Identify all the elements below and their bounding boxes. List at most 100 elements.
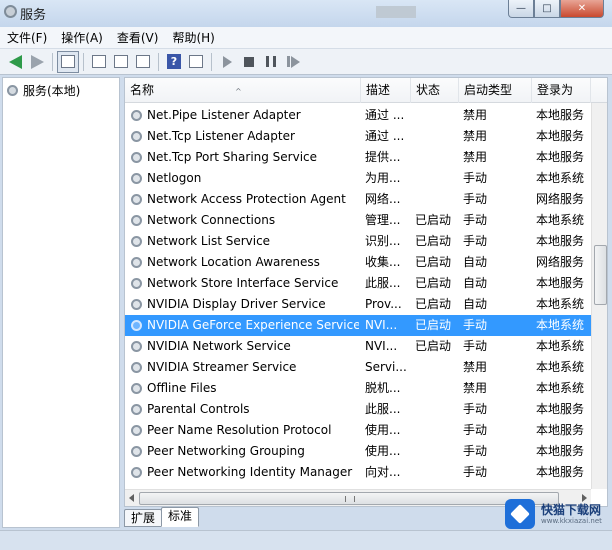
service-name: NVIDIA Network Service — [147, 339, 291, 353]
back-arrow-icon[interactable] — [4, 51, 26, 73]
watermark-logo-icon — [505, 499, 535, 529]
service-name: Net.Tcp Port Sharing Service — [147, 150, 318, 164]
service-startup-type: 自动 — [463, 255, 488, 269]
service-description: 为用... — [365, 171, 401, 185]
scroll-grip-icon — [345, 496, 355, 502]
properties-icon[interactable] — [88, 51, 110, 73]
table-row[interactable]: Network List Service 识别... 已启动 手动 本地服务 — [125, 231, 591, 252]
table-row[interactable]: Peer Name Resolution Protocol 使用... 手动 本地服务 — [125, 420, 591, 441]
table-row[interactable]: NVIDIA Display Driver Service Prov... 已启动自… — [125, 294, 591, 315]
service-gear-icon — [131, 173, 142, 184]
table-row-selected[interactable]: NVIDIA GeForce Experience Service NVI... 已… — [125, 315, 591, 336]
menu-help[interactable]: 帮助(H) — [165, 29, 221, 46]
table-row[interactable]: Parental Controls 此服... 手动 本地服务 — [125, 399, 591, 420]
restart-service-icon[interactable] — [282, 51, 304, 73]
service-startup-type: 手动 — [463, 318, 488, 332]
service-name: Offline Files — [147, 381, 217, 395]
service-logon-as: 本地服务 — [536, 108, 585, 122]
table-row[interactable]: Network Access Protection Agent 网络... 手动 网络… — [125, 189, 591, 210]
table-row[interactable]: Peer Networking Identity Manager 向对... 手动 本… — [125, 462, 591, 483]
table-row[interactable]: NVIDIA Network Service NVI... 已启动 手动 本地系统 — [125, 336, 591, 357]
service-description: 此服... — [365, 402, 401, 416]
service-name: Network Store Interface Service — [147, 276, 339, 290]
column-header-startup-type[interactable]: 启动类型 — [459, 78, 532, 103]
service-startup-type: 手动 — [463, 402, 488, 416]
tab-standard[interactable]: 标准 — [161, 507, 200, 527]
toolbar-separator — [211, 52, 212, 71]
column-header-status[interactable]: 状态 — [411, 78, 459, 103]
table-row[interactable]: Netlogon 为用... 手动 本地系统 — [125, 168, 591, 189]
table-row[interactable]: Network Connections 管理... 已启动 手动 本地系统 — [125, 210, 591, 231]
table-row[interactable]: Network Location Awareness 收集... 已启动 自动 网络服务 — [125, 252, 591, 273]
column-header-name[interactable]: 名称 ^ — [125, 78, 361, 103]
help-icon[interactable]: ? — [163, 51, 185, 73]
forward-arrow-icon[interactable] — [26, 51, 48, 73]
service-gear-icon — [131, 467, 142, 478]
service-logon-as: 本地系统 — [536, 339, 585, 353]
service-description: 脱机... — [365, 381, 401, 395]
service-description: 使用... — [365, 423, 401, 437]
service-name: Network Access Protection Agent — [147, 192, 346, 206]
service-gear-icon — [131, 194, 142, 205]
service-description: NVI... — [365, 339, 398, 353]
service-name: Network Location Awareness — [147, 255, 320, 269]
refresh-icon[interactable] — [110, 51, 132, 73]
show-action-pane-icon[interactable] — [185, 51, 207, 73]
service-startup-type: 禁用 — [463, 360, 488, 374]
service-gear-icon — [131, 236, 142, 247]
vertical-scrollbar[interactable] — [591, 103, 607, 489]
table-row[interactable]: Net.Pipe Listener Adapter 通过 ... 禁用 本地服务 — [125, 105, 591, 126]
service-name: Net.Tcp Listener Adapter — [147, 129, 295, 143]
service-gear-icon — [131, 362, 142, 373]
horizontal-scroll-thumb[interactable] — [139, 492, 559, 505]
console-tree-icon[interactable] — [57, 50, 79, 73]
pause-service-icon[interactable] — [260, 51, 282, 73]
service-name: NVIDIA GeForce Experience Service — [147, 318, 359, 332]
service-rows: Net.Pipe Listener Adapter 通过 ... 禁用 本地服务 Net… — [125, 105, 591, 483]
stop-service-icon[interactable] — [238, 51, 260, 73]
table-row[interactable]: Network Store Interface Service 此服... 已启动自… — [125, 273, 591, 294]
view-tabs: 扩展 标准 — [124, 507, 200, 527]
service-gear-icon — [131, 257, 142, 268]
service-status: 已启动 — [415, 297, 452, 311]
vertical-scroll-thumb[interactable] — [594, 245, 607, 305]
service-status: 已启动 — [415, 276, 452, 290]
maximize-button[interactable]: □ — [534, 0, 560, 18]
service-name: Peer Name Resolution Protocol — [147, 423, 332, 437]
close-button[interactable]: ✕ — [560, 0, 604, 18]
service-logon-as: 本地服务 — [536, 150, 585, 164]
service-name: NVIDIA Display Driver Service — [147, 297, 326, 311]
service-startup-type: 禁用 — [463, 129, 488, 143]
service-logon-as: 本地服务 — [536, 129, 585, 143]
tree-item-services-local[interactable]: 服务(本地) — [3, 78, 119, 99]
menu-action[interactable]: 操作(A) — [54, 29, 110, 46]
table-row[interactable]: NVIDIA Streamer Service Servi... 禁用 本地系统 — [125, 357, 591, 378]
service-gear-icon — [131, 341, 142, 352]
scroll-left-arrow-icon[interactable] — [129, 494, 134, 502]
column-header-description[interactable]: 描述 — [361, 78, 411, 103]
service-name: Network List Service — [147, 234, 271, 248]
service-gear-icon — [131, 278, 142, 289]
column-header-row: 名称 ^ 描述 状态 启动类型 登录为 — [125, 78, 607, 103]
watermark-url: www.kkxiazai.net — [541, 516, 602, 525]
table-row[interactable]: Net.Tcp Port Sharing Service 提供... 禁用 本地服务 — [125, 147, 591, 168]
column-header-logon-as[interactable]: 登录为 — [532, 78, 591, 103]
service-startup-type: 禁用 — [463, 150, 488, 164]
service-name: Network Connections — [147, 213, 276, 227]
menu-file[interactable]: 文件(F) — [0, 29, 54, 46]
table-row[interactable]: Net.Tcp Listener Adapter 通过 ... 禁用 本地服务 — [125, 126, 591, 147]
toolbar-separator — [83, 52, 84, 71]
minimize-button[interactable]: — — [508, 0, 534, 18]
service-status: 已启动 — [415, 255, 452, 269]
menu-view[interactable]: 查看(V) — [110, 29, 166, 46]
service-startup-type: 禁用 — [463, 108, 488, 122]
table-row[interactable]: Peer Networking Grouping 使用... 手动 本地服务 — [125, 441, 591, 462]
table-row[interactable]: Offline Files 脱机... 禁用 本地系统 — [125, 378, 591, 399]
start-service-icon[interactable] — [216, 51, 238, 73]
service-logon-as: 本地服务 — [536, 234, 585, 248]
service-startup-type: 手动 — [463, 339, 488, 353]
site-watermark: 快猫下载网 www.kkxiazai.net — [505, 496, 607, 532]
tab-extended[interactable]: 扩展 — [124, 509, 163, 527]
service-status: 已启动 — [415, 213, 452, 227]
export-list-icon[interactable] — [132, 51, 154, 73]
